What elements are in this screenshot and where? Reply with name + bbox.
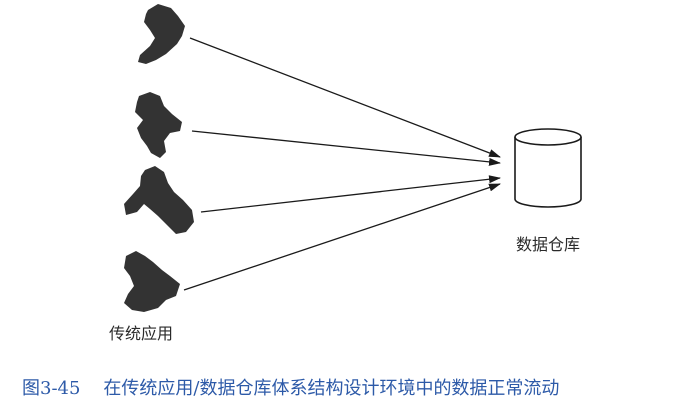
flow-arrow-3 [200,175,501,213]
legacy-app-icon-1 [138,4,185,64]
legacy-app-icon-2 [135,92,182,158]
caption-text: 在传统应用/数据仓库体系结构设计环境中的数据正常流动 [103,378,560,399]
flow-arrow-4 [183,183,501,291]
legacy-app-icon-4 [124,251,180,312]
data-warehouse-label: 数据仓库 [516,235,581,254]
figure-caption: 图3-45 在传统应用/数据仓库体系结构设计环境中的数据正常流动 [22,374,559,400]
legacy-app-icon-3 [124,166,194,234]
legacy-apps-label: 传统应用 [109,324,174,343]
figure-number: 图3-45 [22,378,81,399]
flow-arrow-2 [191,130,501,166]
flow-arrow-1 [189,37,501,158]
dataflow-diagram [124,4,582,312]
database-cylinder-icon [514,128,582,208]
